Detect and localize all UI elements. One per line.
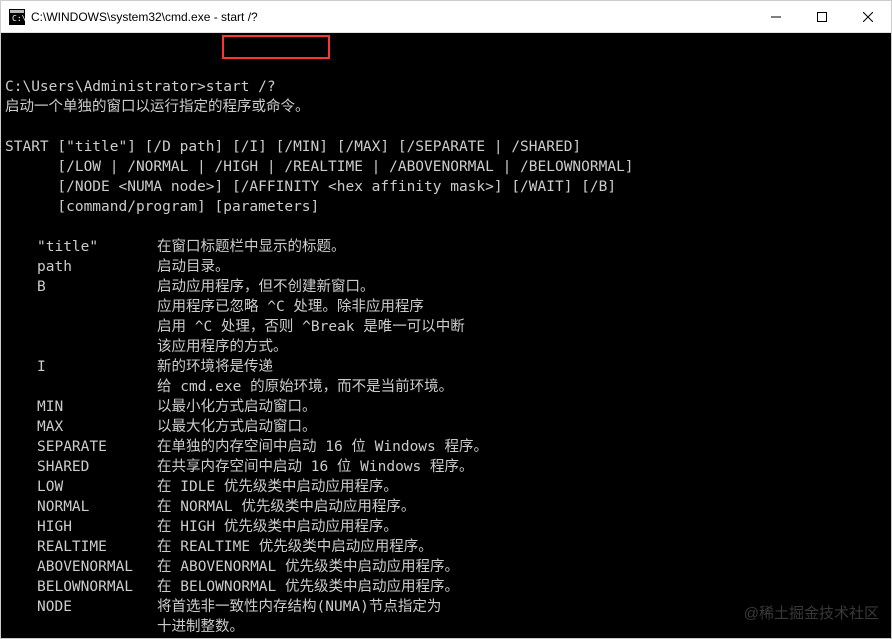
syntax-line: [/LOW | /NORMAL | /HIGH | /REALTIME | /A… [5,159,634,175]
param-name: MIN [37,397,157,417]
param-desc: 在 REALTIME 优先级类中启动应用程序。 [157,539,433,555]
param-name: AFFINITY [37,637,157,638]
prompt-text: C:\Users\Administrator> [5,79,206,95]
param-desc: 启动应用程序，但不创建新窗口。 [157,279,375,295]
param-name: NORMAL [37,497,157,517]
param-name: HIGH [37,517,157,537]
param-desc: 在 NORMAL 优先级类中启动应用程序。 [157,499,415,515]
param-desc: 以最小化方式启动窗口。 [157,399,317,415]
param-name: SEPARATE [37,437,157,457]
param-name: "title" [37,237,157,257]
syntax-line: START ["title"] [/D path] [/I] [/MIN] [/… [5,139,581,155]
highlight-annotation [222,35,330,59]
command-text: start /? [206,79,276,95]
minimize-button[interactable] [753,1,799,32]
param-name: path [37,257,157,277]
watermark-text: @稀土掘金技术社区 [744,604,879,624]
param-desc-cont: 启用 ^C 处理，否则 ^Break 是唯一可以中断 [5,319,465,335]
close-button[interactable] [845,1,891,32]
param-desc-cont: 十进制整数。 [5,619,244,635]
param-name: LOW [37,477,157,497]
param-desc: 在单独的内存空间中启动 16 位 Windows 程序。 [157,439,488,455]
param-desc: 在共享内存空间中启动 16 位 Windows 程序。 [157,459,474,475]
param-name: BELOWNORMAL [37,577,157,597]
param-desc: 在窗口标题栏中显示的标题。 [157,239,346,255]
window-controls [753,1,891,32]
window-titlebar: C:\ C:\WINDOWS\system32\cmd.exe - start … [1,1,891,33]
window-title: C:\WINDOWS\system32\cmd.exe - start /? [31,10,753,24]
maximize-button[interactable] [799,1,845,32]
param-desc: 启动目录。 [157,259,230,275]
terminal-area[interactable]: C:\Users\Administrator>start /? 启动一个单独的窗… [1,33,891,638]
syntax-line: [/NODE <NUMA node>] [/AFFINITY <hex affi… [5,179,616,195]
param-name: I [37,357,157,377]
cmd-icon: C:\ [9,9,25,25]
param-name: REALTIME [37,537,157,557]
param-desc: 将首选非一致性内存结构(NUMA)节点指定为 [157,599,441,615]
param-desc: 在 ABOVENORMAL 优先级类中启动应用程序。 [157,559,459,575]
param-desc: 以最大化方式启动窗口。 [157,419,317,435]
param-desc-cont: 应用程序已忽略 ^C 处理。除非应用程序 [5,299,424,315]
param-desc: 在 HIGH 优先级类中启动应用程序。 [157,519,398,535]
svg-text:C:\: C:\ [12,14,25,23]
param-name: SHARED [37,457,157,477]
param-desc: 在 IDLE 优先级类中启动应用程序。 [157,479,398,495]
param-desc-cont: 该应用程序的方式。 [5,339,288,355]
help-description: 启动一个单独的窗口以运行指定的程序或命令。 [5,99,310,115]
param-name: B [37,277,157,297]
syntax-line: [command/program] [parameters] [5,199,319,215]
param-desc: 新的环境将是传递 [157,359,273,375]
param-name: NODE [37,597,157,617]
param-name: MAX [37,417,157,437]
param-name: ABOVENORMAL [37,557,157,577]
param-desc-cont: 给 cmd.exe 的原始环境，而不是当前环境。 [5,379,453,395]
param-desc: 在 BELOWNORMAL 优先级类中启动应用程序。 [157,579,459,595]
